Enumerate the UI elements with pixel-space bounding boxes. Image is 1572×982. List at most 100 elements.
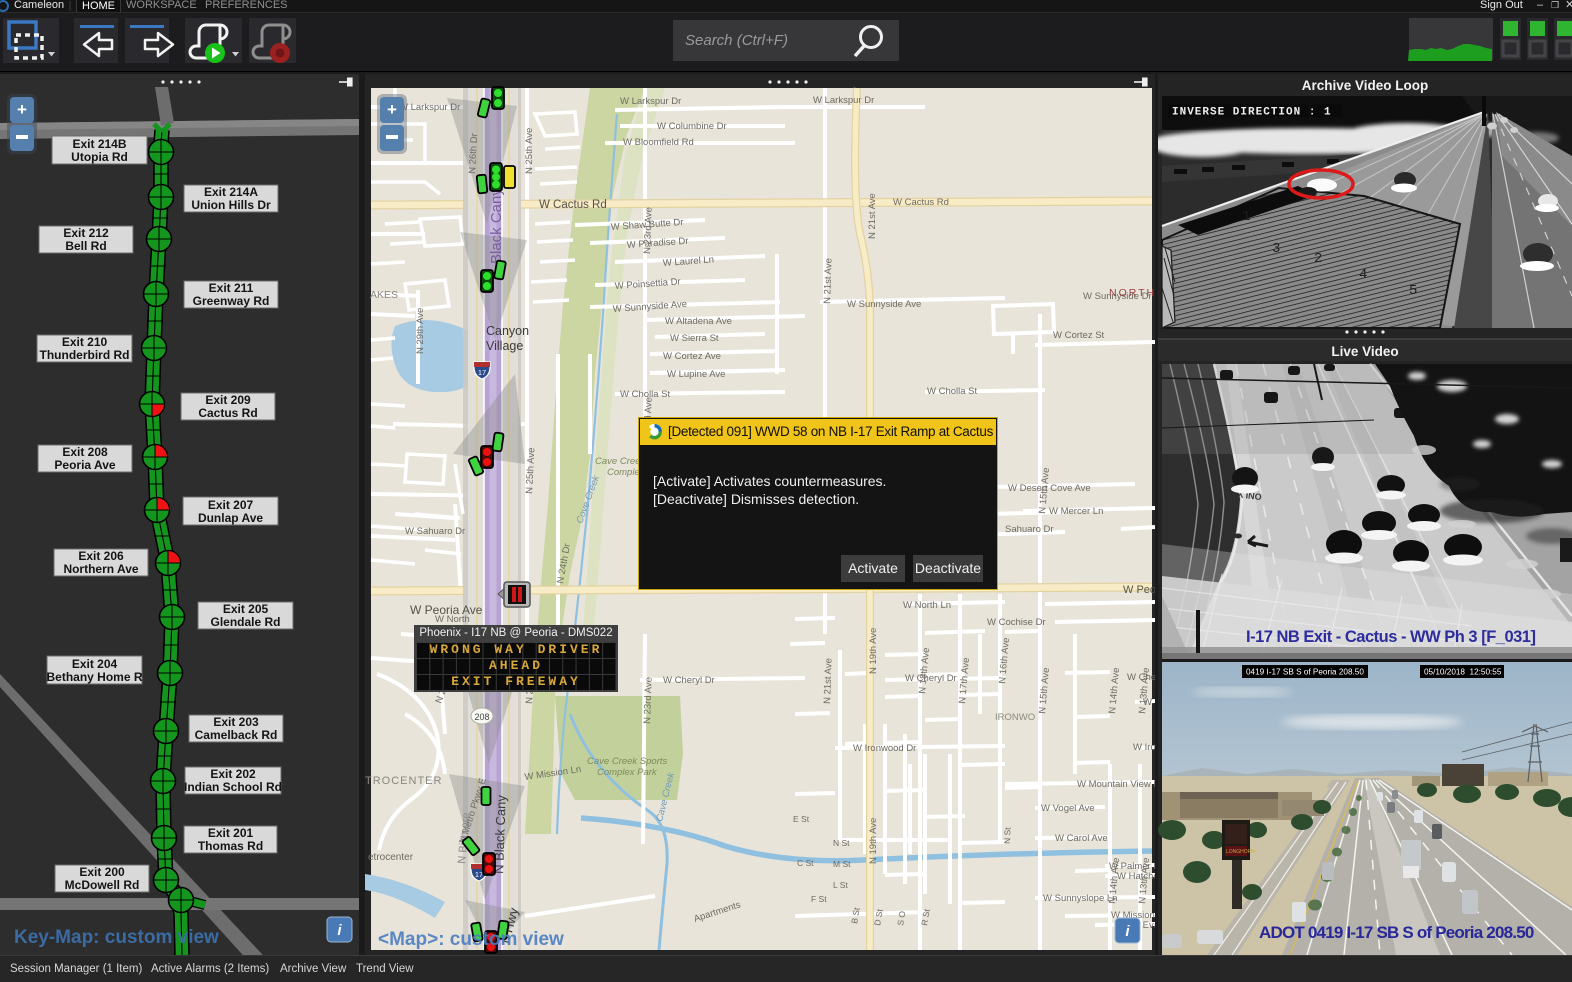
svg-text:W Ironwood Dr: W Ironwood Dr bbox=[853, 743, 916, 754]
svg-text:Greenway Rd: Greenway Rd bbox=[193, 294, 270, 308]
svg-text:Bethany Home R: Bethany Home R bbox=[46, 670, 142, 684]
svg-text:L St: L St bbox=[833, 880, 848, 890]
svg-text:W Cortez Ave: W Cortez Ave bbox=[663, 351, 721, 362]
svg-text:Exit 200: Exit 200 bbox=[79, 865, 125, 879]
svg-text:W Bloomfield Rd: W Bloomfield Rd bbox=[623, 137, 694, 148]
svg-text:3: 3 bbox=[1272, 241, 1280, 257]
svg-text:Key-Map: custom view: Key-Map: custom view bbox=[14, 927, 219, 948]
svg-text:N 25th Ave: N 25th Ave bbox=[524, 128, 535, 174]
svg-text:W Mercer Ln: W Mercer Ln bbox=[1049, 506, 1103, 517]
svg-text:W North: W North bbox=[435, 614, 470, 625]
svg-text:<Map>: custom view: <Map>: custom view bbox=[378, 929, 564, 950]
svg-text:Cactus Rd: Cactus Rd bbox=[198, 406, 257, 420]
svg-text:W Cholla St: W Cholla St bbox=[927, 386, 978, 397]
svg-text:N 29th Ave: N 29th Ave bbox=[415, 308, 426, 354]
svg-text:17: 17 bbox=[478, 368, 486, 377]
svg-text:Exit 208: Exit 208 bbox=[62, 445, 108, 459]
svg-text:Exit 203: Exit 203 bbox=[213, 715, 259, 729]
svg-text:1: 1 bbox=[1242, 209, 1250, 225]
svg-text:Camelback Rd: Camelback Rd bbox=[195, 728, 278, 742]
svg-text:W Cochise Dr: W Cochise Dr bbox=[987, 617, 1046, 628]
svg-text:W Cheryl Dr: W Cheryl Dr bbox=[663, 675, 715, 686]
svg-text:Village: Village bbox=[486, 339, 523, 353]
svg-text:Exit 214A: Exit 214A bbox=[204, 185, 258, 199]
svg-text:TROCENTER: TROCENTER bbox=[365, 775, 442, 787]
svg-text:Exit 207: Exit 207 bbox=[208, 498, 254, 512]
svg-text:N 19th Ave: N 19th Ave bbox=[868, 628, 879, 674]
svg-text:W Mountain View Rd: W Mountain View Rd bbox=[1077, 779, 1155, 790]
svg-text:N 21st Ave: N 21st Ave bbox=[867, 193, 878, 239]
svg-text:Glendale Rd: Glendale Rd bbox=[210, 615, 280, 629]
svg-text:W Columbine Dr: W Columbine Dr bbox=[657, 121, 727, 132]
svg-text:Peoria Ave: Peoria Ave bbox=[54, 458, 115, 472]
svg-text:W Carol Ave: W Carol Ave bbox=[1055, 833, 1108, 844]
svg-text:W Sunnyside Ave: W Sunnyside Ave bbox=[847, 299, 921, 310]
svg-text:W Sierra St: W Sierra St bbox=[670, 333, 719, 344]
svg-text:5: 5 bbox=[1409, 283, 1417, 299]
svg-text:Complex Park: Complex Park bbox=[597, 767, 658, 778]
svg-text:Exit 201: Exit 201 bbox=[208, 826, 254, 840]
svg-text:W Cheryl Dr: W Cheryl Dr bbox=[905, 673, 957, 684]
svg-text:N St: N St bbox=[1002, 827, 1013, 845]
svg-text:Exit 212: Exit 212 bbox=[63, 226, 109, 240]
svg-text:+: + bbox=[387, 100, 397, 119]
svg-text:Dunlap Ave: Dunlap Ave bbox=[198, 511, 263, 525]
svg-text:N St: N St bbox=[833, 838, 850, 848]
svg-text:AKES: AKES bbox=[370, 289, 398, 301]
svg-text:W Larkspur Dr: W Larkspur Dr bbox=[813, 95, 874, 106]
svg-text:N 26th Dr: N 26th Dr bbox=[467, 133, 480, 174]
svg-text:W North Ln: W North Ln bbox=[903, 600, 951, 611]
svg-text:W Altadena Ave: W Altadena Ave bbox=[665, 316, 732, 327]
svg-text:Archive Video Loop: Archive Video Loop bbox=[1302, 78, 1429, 93]
svg-text:+: + bbox=[17, 100, 27, 119]
svg-text:ADOT 0419 I-17 SB S of Peoria: ADOT 0419 I-17 SB S of Peoria 208.50 bbox=[1259, 923, 1534, 942]
svg-text:INVERSE DIRECTION : 1: INVERSE DIRECTION : 1 bbox=[1172, 107, 1332, 119]
svg-text:W Peo: W Peo bbox=[1123, 584, 1155, 596]
svg-text:Exit 202: Exit 202 bbox=[210, 767, 256, 781]
svg-text:LONGHORN: LONGHORN bbox=[1226, 849, 1255, 855]
svg-text:Canyon: Canyon bbox=[486, 324, 529, 338]
svg-text:Cave Creek Sports: Cave Creek Sports bbox=[587, 756, 668, 767]
svg-text:Exit 211: Exit 211 bbox=[209, 281, 254, 295]
svg-text:05/10/2018 12:50:55: 05/10/2018 12:50:55 bbox=[1424, 668, 1502, 677]
svg-text:W Cortez St: W Cortez St bbox=[1053, 330, 1105, 341]
svg-text:Northern Ave: Northern Ave bbox=[63, 562, 138, 576]
svg-text:Exit 210: Exit 210 bbox=[62, 335, 108, 349]
svg-text:Exit 206: Exit 206 bbox=[78, 549, 124, 563]
svg-text:McDowell Rd: McDowell Rd bbox=[65, 878, 140, 892]
svg-text:17: 17 bbox=[475, 870, 483, 879]
svg-text:Union Hills Dr: Union Hills Dr bbox=[191, 198, 271, 212]
svg-text:W Larkspur Dr: W Larkspur Dr bbox=[620, 96, 681, 107]
svg-text:I-17 NB Exit - Cactus - WW Ph: I-17 NB Exit - Cactus - WW Ph 3 [F_031] bbox=[1246, 628, 1535, 646]
svg-text:W Larkspur Dr: W Larkspur Dr bbox=[399, 102, 460, 113]
svg-text:etrocenter: etrocenter bbox=[368, 852, 414, 863]
svg-text:Exit 209: Exit 209 bbox=[205, 393, 251, 407]
svg-text:M St: M St bbox=[833, 859, 851, 869]
svg-text:W Cactus Rd: W Cactus Rd bbox=[893, 197, 949, 208]
svg-text:Thomas Rd: Thomas Rd bbox=[198, 839, 263, 853]
svg-text:Sahuaro Dr: Sahuaro Dr bbox=[1005, 524, 1054, 535]
svg-text:NORTH: NORTH bbox=[1109, 287, 1155, 299]
svg-text:Exit 214B: Exit 214B bbox=[72, 137, 126, 151]
svg-text:2: 2 bbox=[1314, 251, 1322, 267]
svg-text:W Ironwood Dr: W Ironwood Dr bbox=[1133, 742, 1155, 753]
svg-text:W Cactus Rd: W Cactus Rd bbox=[539, 199, 607, 211]
svg-text:W Sahuaro Dr: W Sahuaro Dr bbox=[405, 526, 465, 537]
svg-text:Bell Rd: Bell Rd bbox=[65, 239, 106, 253]
svg-text:4: 4 bbox=[1359, 267, 1367, 283]
svg-text:E St: E St bbox=[793, 814, 810, 824]
svg-text:C St: C St bbox=[797, 858, 814, 868]
svg-text:Exit 205: Exit 205 bbox=[223, 602, 269, 616]
svg-text:0419 I-17 SB S of Peoria 208.5: 0419 I-17 SB S of Peoria 208.50 bbox=[1246, 668, 1364, 677]
svg-text:W Vogel Ave: W Vogel Ave bbox=[1041, 803, 1095, 814]
svg-text:Thunderbird Rd: Thunderbird Rd bbox=[40, 348, 130, 362]
svg-text:N 21st Ave: N 21st Ave bbox=[822, 658, 835, 704]
svg-text:Indian School Rd: Indian School Rd bbox=[184, 780, 282, 794]
svg-text:N 23rd Ave: N 23rd Ave bbox=[642, 207, 655, 254]
svg-text:N 19th Ave: N 19th Ave bbox=[868, 818, 879, 864]
svg-text:N 23rd Ave: N 23rd Ave bbox=[642, 677, 655, 724]
svg-text:208: 208 bbox=[474, 712, 489, 722]
svg-text:IRONWO: IRONWO bbox=[995, 712, 1035, 723]
svg-text:W Lupine Ave: W Lupine Ave bbox=[667, 369, 725, 380]
svg-text:Utopia Rd: Utopia Rd bbox=[71, 150, 128, 164]
